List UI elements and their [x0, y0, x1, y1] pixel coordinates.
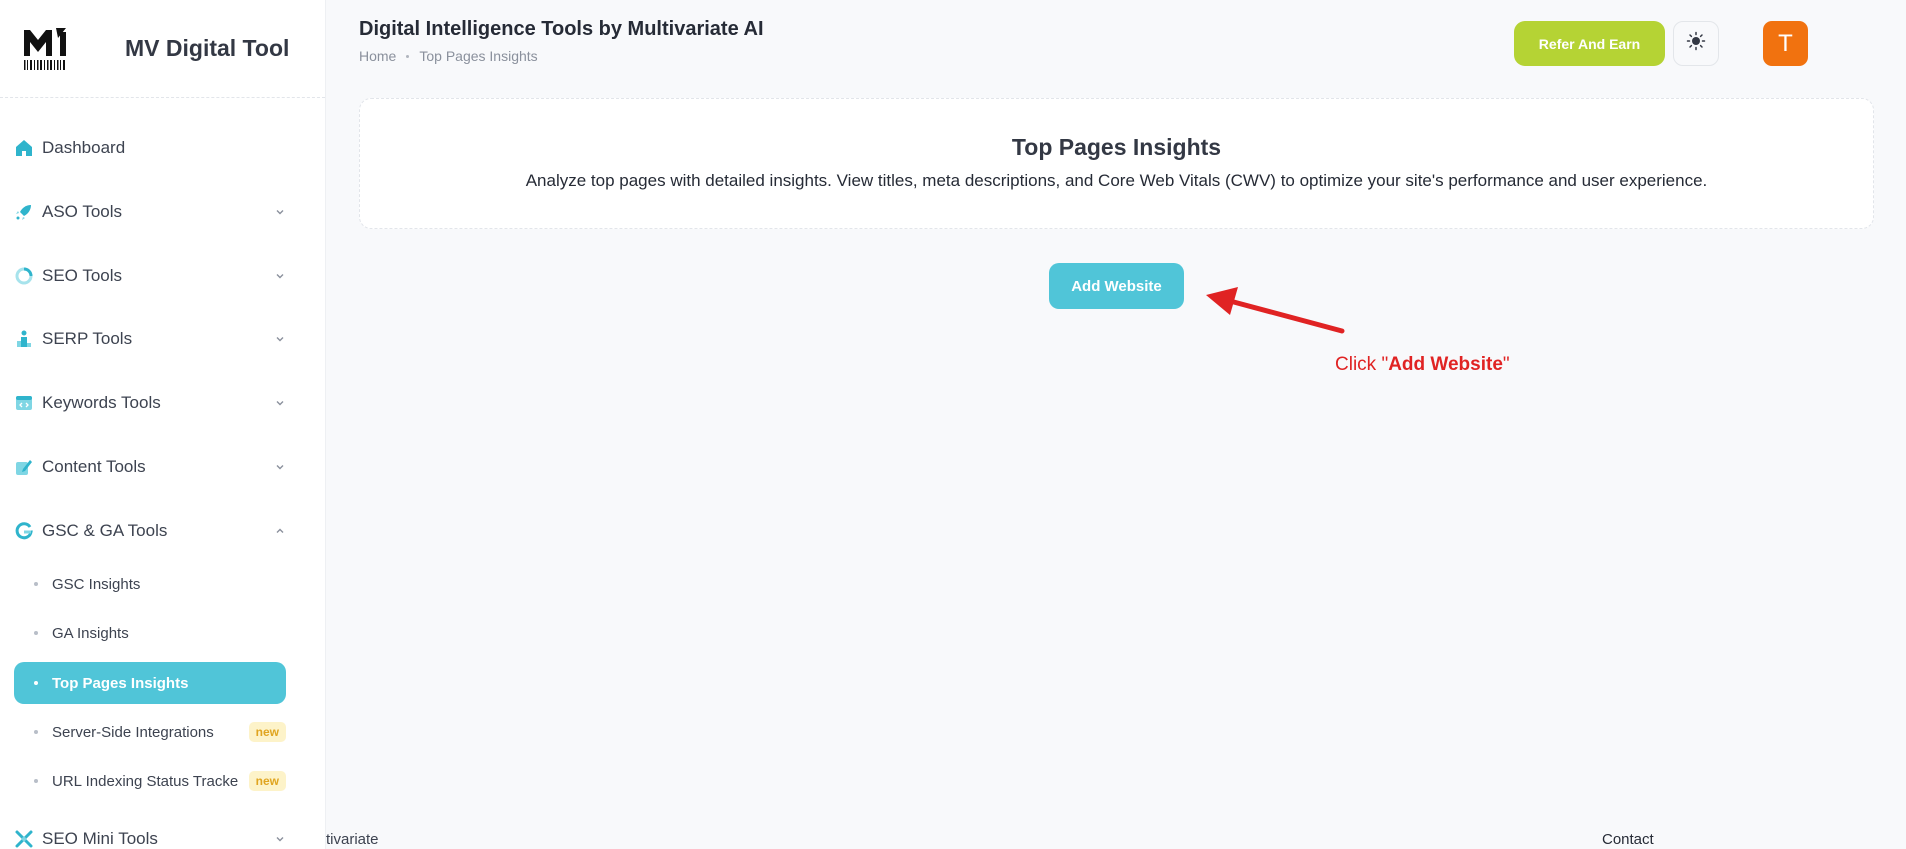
- theme-toggle-button[interactable]: [1673, 21, 1719, 66]
- chevron-down-icon: [274, 833, 286, 845]
- add-website-button[interactable]: Add Website: [1049, 263, 1184, 309]
- rocket-icon: [14, 202, 34, 222]
- sidebar-subitem-top-pages-insights[interactable]: Top Pages Insights: [14, 662, 286, 704]
- breadcrumb: Home Top Pages Insights: [359, 48, 538, 64]
- sidebar-item-label: SEO Tools: [42, 266, 123, 285]
- chevron-down-icon: [274, 206, 286, 218]
- sidebar-item-label: SERP Tools: [42, 329, 133, 348]
- chevron-down-icon: [274, 461, 286, 473]
- bullet-icon: [34, 730, 38, 734]
- annotation-prefix: Click ": [1335, 354, 1389, 375]
- bullet-icon: [34, 582, 38, 586]
- browser-code-icon: [14, 393, 34, 413]
- sidebar-item-gsc-ga-tools[interactable]: GSC & GA Tools: [14, 511, 286, 551]
- breadcrumb-separator: [406, 54, 410, 58]
- intro-title: Top Pages Insights: [1011, 134, 1222, 160]
- app-logo[interactable]: [22, 26, 68, 72]
- annotation-arrow: [1206, 287, 1345, 334]
- breadcrumb-current: Top Pages Insights: [419, 48, 538, 64]
- sidebar-item-seo-tools[interactable]: SEO Tools: [14, 256, 286, 296]
- sidebar-item-content-tools[interactable]: Content Tools: [14, 447, 286, 487]
- sidebar-subitem-label: URL Indexing Status Tracke: [52, 772, 239, 790]
- user-avatar[interactable]: T: [1763, 21, 1808, 66]
- chevron-down-icon: [274, 270, 286, 282]
- donut-chart-icon: [14, 266, 34, 286]
- sidebar-item-label: Keywords Tools: [42, 393, 161, 412]
- sidebar-item-label: SEO Mini Tools: [42, 829, 158, 848]
- sidebar-subitem-server-side-integrations[interactable]: Server-Side Integrations new: [14, 711, 286, 753]
- sidebar-item-seo-mini-tools[interactable]: SEO Mini Tools: [14, 819, 286, 849]
- sidebar-subitem-label: Top Pages Insights: [52, 674, 189, 692]
- sidebar-item-label: Content Tools: [42, 457, 146, 476]
- intro-description: Analyze top pages with detailed insights…: [525, 171, 1708, 190]
- sun-icon: [1686, 31, 1706, 56]
- chevron-down-icon: [274, 397, 286, 409]
- new-badge: new: [248, 771, 286, 791]
- sidebar-item-label: GSC & GA Tools: [42, 521, 168, 540]
- bullet-icon: [34, 681, 38, 685]
- annotation-text: Click "Add Website": [1335, 354, 1510, 376]
- chevron-down-icon: [274, 333, 286, 345]
- refer-and-earn-button[interactable]: Refer And Earn: [1514, 21, 1665, 66]
- bullet-icon: [34, 631, 38, 635]
- annotation-bold: Add Website: [1388, 354, 1503, 375]
- tools-cross-icon: [14, 829, 34, 849]
- page-header-title: Digital Intelligence Tools by Multivaria…: [359, 18, 764, 40]
- annotation-suffix: ": [1502, 354, 1510, 375]
- sidebar-item-serp-tools[interactable]: SERP Tools: [14, 319, 286, 359]
- sidebar-subitem-gsc-insights[interactable]: GSC Insights: [14, 563, 286, 605]
- sidebar-item-keywords-tools[interactable]: Keywords Tools: [14, 383, 286, 423]
- new-badge: new: [248, 722, 286, 742]
- sidebar-subitem-url-indexing-status-tracker[interactable]: URL Indexing Status Tracke new: [14, 760, 286, 802]
- footer-contact-link[interactable]: Contact: [1602, 831, 1654, 848]
- chevron-up-icon: [274, 525, 286, 537]
- intro-card: Top Pages Insights Analyze top pages wit…: [359, 98, 1874, 229]
- google-icon: [14, 521, 34, 541]
- footer-copyright: tivariate: [326, 831, 379, 848]
- home-icon: [14, 138, 34, 158]
- sidebar-item-aso-tools[interactable]: ASO Tools: [14, 192, 286, 232]
- sidebar-subitem-ga-insights[interactable]: GA Insights: [14, 612, 286, 654]
- app-name: MV Digital Tool: [125, 35, 290, 61]
- edit-note-icon: [14, 457, 34, 477]
- sidebar-header: MV Digital Tool: [0, 0, 325, 98]
- sidebar-subitem-label: GSC Insights: [52, 575, 141, 593]
- sidebar-subitem-label: GA Insights: [52, 624, 129, 642]
- bullet-icon: [34, 779, 38, 783]
- podium-icon: [14, 329, 34, 349]
- sidebar-subitem-label: Server-Side Integrations: [52, 723, 214, 741]
- sidebar-item-label: Dashboard: [42, 138, 126, 157]
- sidebar-item-dashboard[interactable]: Dashboard: [14, 128, 286, 168]
- breadcrumb-home-link[interactable]: Home: [359, 48, 396, 64]
- sidebar: MV Digital Tool Dashboard ASO Tools SEO …: [0, 0, 326, 849]
- sidebar-item-label: ASO Tools: [42, 202, 123, 221]
